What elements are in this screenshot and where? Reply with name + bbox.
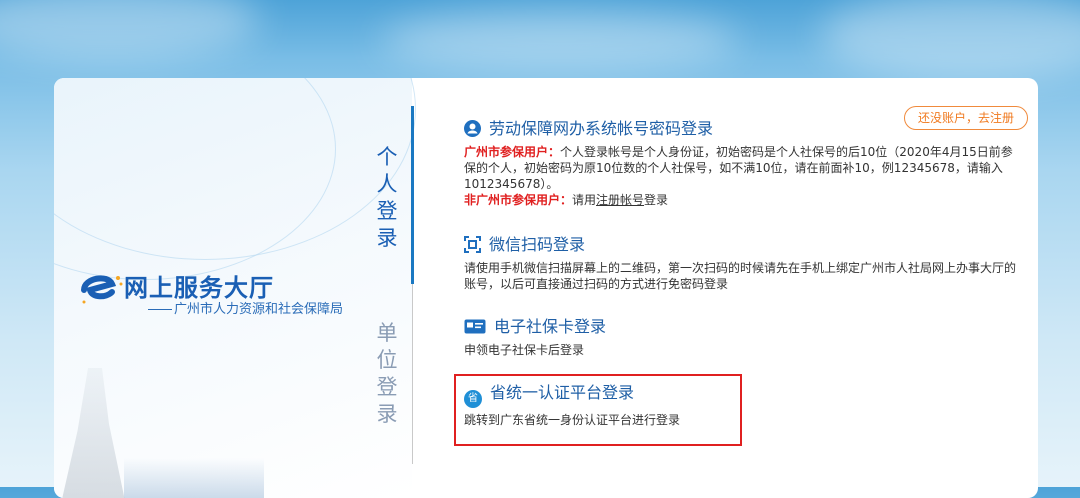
option-title-text: 微信扫码登录 [489,235,586,254]
qr-scan-icon [464,236,481,253]
local-user-label: 广州市参保用户： [464,145,561,159]
tab-unit-login[interactable]: 单位登录 [372,320,402,428]
option-title[interactable]: 劳动保障网办系统帐号密码登录 [464,118,1024,140]
decor-swirl [54,78,336,280]
logo-dash [148,309,172,310]
canton-tower-illustration [60,368,127,498]
tab-personal-login[interactable]: 个人登录 [372,144,402,252]
login-panel: 网上服务大厅 广州市人力资源和社会保障局 个人登录 单位登录 还没账户，去注册 … [54,78,1038,498]
nonlocal-user-label: 非广州市参保用户： [464,193,573,207]
login-option-ecard: 电子社保卡登录 申领电子社保卡后登录 [464,316,1024,358]
user-icon [464,120,481,137]
sky-cloud [820,0,1080,80]
option-description: 申领电子社保卡后登录 [464,343,585,357]
option-description: 广州市参保用户：个人登录帐号是个人身份证，初始密码是个人社保号的后10位（202… [464,144,1024,208]
highlight-box [454,374,742,446]
active-tab-indicator [411,106,414,284]
nonlocal-user-text: 请用 [572,193,597,207]
logo-subtitle-text: 广州市人力资源和社会保障局 [174,302,344,317]
option-title[interactable]: 微信扫码登录 [464,234,1024,256]
login-option-password: 劳动保障网办系统帐号密码登录 广州市参保用户：个人登录帐号是个人身份证，初始密码… [464,118,1024,208]
branding-area: 网上服务大厅 广州市人力资源和社会保障局 [54,78,416,498]
card-icon [464,319,486,334]
logo-subtitle: 广州市人力资源和社会保障局 [148,298,343,317]
login-option-wechat: 微信扫码登录 请使用手机微信扫描屏幕上的二维码，第一次扫码的时候请先在手机上绑定… [464,234,1024,292]
option-title-text: 电子社保卡登录 [494,317,607,336]
site-logo: 网上服务大厅 广州市人力资源和社会保障局 [78,268,398,317]
sky-cloud [0,0,260,60]
city-illustration [124,458,264,498]
tab-divider [412,284,413,464]
sky-cloud [380,10,740,70]
register-account-link[interactable]: 注册帐号 [596,193,644,207]
nonlocal-user-text-end: 登录 [644,193,669,207]
option-description: 请使用手机微信扫描屏幕上的二维码，第一次扫码的时候请先在手机上绑定广州市人社局网… [464,261,1017,291]
option-title-text: 劳动保障网办系统帐号密码登录 [489,119,714,138]
e-logo-icon [81,275,123,304]
option-title[interactable]: 电子社保卡登录 [464,316,1024,338]
